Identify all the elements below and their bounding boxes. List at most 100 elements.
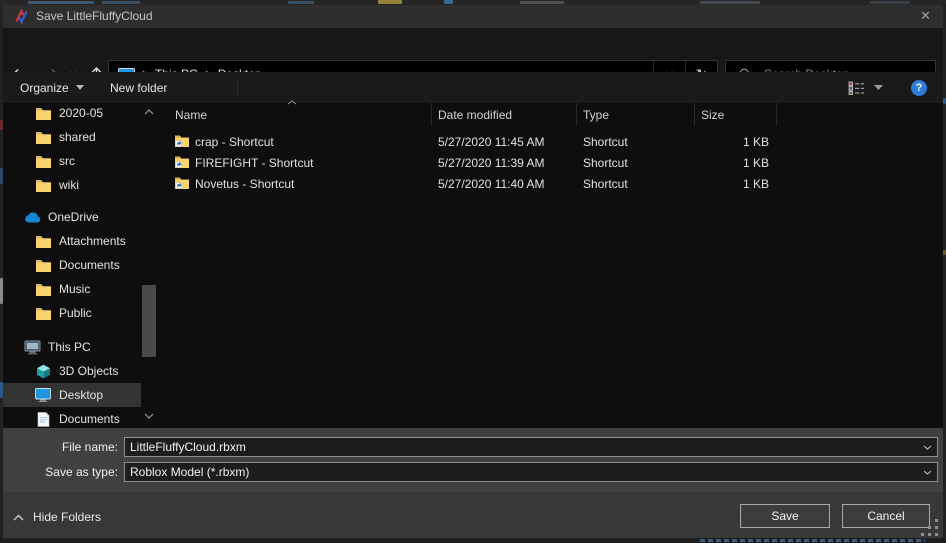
sidebar-item-onedrive[interactable]: OneDrive [3, 205, 141, 229]
file-list: Name Date modified Type Size crap - Shortcu… [157, 103, 943, 428]
sidebar-item-label: This PC [48, 340, 91, 354]
file-type: Shortcut [577, 177, 695, 191]
sidebar-scroll-up-icon[interactable] [143, 109, 155, 117]
toolbar-separator [237, 79, 238, 96]
3d-objects-icon [34, 364, 52, 379]
folder-icon [34, 179, 52, 192]
organize-button[interactable]: Organize [20, 72, 84, 103]
folder-icon [34, 259, 52, 272]
file-date-modified: 5/27/2020 11:40 AM [432, 177, 577, 191]
hide-folders-chevron-up-icon [13, 514, 24, 521]
shortcut-icon [175, 134, 195, 150]
sidebar-item-music[interactable]: Music [3, 277, 141, 301]
column-header-label: Date modified [438, 108, 512, 122]
save-dialog: Save LittleFluffyCloud ✕ [3, 5, 943, 538]
sidebar-item-attachments[interactable]: Attachments [3, 229, 141, 253]
sidebar-scrollbar-thumb[interactable] [142, 285, 156, 357]
file-fields-strip: File name: Save as type: Roblox Model (*… [3, 428, 943, 492]
title-bar[interactable]: Save LittleFluffyCloud ✕ [3, 5, 943, 28]
views-dropdown-icon [874, 85, 883, 90]
column-header-label: Size [701, 108, 724, 122]
command-toolbar: Organize New folder [3, 72, 943, 103]
file-date-modified: 5/27/2020 11:39 AM [432, 156, 577, 170]
file-name: FIREFIGHT - Shortcut [195, 156, 313, 170]
file-name-chevron-icon[interactable] [917, 445, 937, 450]
file-size: 1 KB [695, 156, 777, 170]
column-header-date-modified[interactable]: Date modified [432, 103, 577, 126]
dialog-content: 2020-05 shared src wiki OneDrive Attachments D… [3, 103, 943, 428]
sidebar-item-desktop[interactable]: Desktop [3, 383, 141, 407]
sidebar-item-3d-objects[interactable]: 3D Objects [3, 359, 141, 383]
hide-folders-label: Hide Folders [33, 510, 101, 524]
sidebar-item-src[interactable]: src [3, 149, 141, 173]
sidebar-item-label: Public [59, 306, 92, 320]
help-button[interactable]: ? [911, 72, 927, 103]
sidebar-item-documents[interactable]: Documents [3, 407, 141, 428]
sidebar-item-label: wiki [59, 178, 79, 192]
file-name: Novetus - Shortcut [195, 177, 294, 191]
save-as-type-combobox[interactable]: Roblox Model (*.rbxm) [124, 462, 938, 482]
sidebar-item-label: Music [59, 282, 90, 296]
sort-ascending-icon [287, 100, 297, 105]
folder-icon [34, 235, 52, 248]
column-header-name[interactable]: Name [157, 103, 432, 126]
file-name: crap - Shortcut [195, 135, 274, 149]
save-as-type-label: Save as type: [3, 462, 118, 482]
new-folder-button[interactable]: New folder [110, 72, 167, 103]
shortcut-icon [175, 155, 195, 171]
organize-dropdown-icon [76, 85, 84, 90]
sidebar-item-label: Documents [59, 258, 120, 272]
new-folder-label: New folder [110, 81, 167, 95]
sidebar-item-label: 2020-05 [59, 106, 103, 120]
folder-icon [34, 155, 52, 168]
sidebar-item-wiki[interactable]: wiki [3, 173, 141, 197]
sidebar-item-label: Attachments [59, 234, 126, 248]
save-button[interactable]: Save [740, 504, 830, 528]
screen: Save LittleFluffyCloud ✕ [0, 0, 946, 543]
help-icon: ? [911, 80, 927, 96]
sidebar-item-documents[interactable]: Documents [3, 253, 141, 277]
sidebar-item-label: Documents [59, 412, 120, 426]
file-row-crap-shortcut[interactable]: crap - Shortcut 5/27/2020 11:45 AMShortcu… [157, 131, 943, 152]
dialog-footer: Hide Folders Save Cancel [3, 492, 943, 538]
navigation-bar: This PCDesktop ↻ [3, 28, 943, 72]
window-title: Save LittleFluffyCloud [36, 9, 153, 23]
file-name-label: File name: [3, 437, 118, 457]
sidebar-scroll-down-icon[interactable] [143, 413, 155, 421]
sidebar-item-shared[interactable]: shared [3, 125, 141, 149]
file-size: 1 KB [695, 177, 777, 191]
save-as-type-chevron-icon[interactable] [917, 470, 937, 475]
sidebar-item-label: shared [59, 130, 96, 144]
file-row-novetus-shortcut[interactable]: Novetus - Shortcut 5/27/2020 11:40 AMShor… [157, 173, 943, 194]
sidebar-item-label: Desktop [59, 388, 103, 402]
file-list-header: Name Date modified Type Size [157, 103, 943, 126]
cancel-button[interactable]: Cancel [842, 504, 930, 528]
folder-icon [34, 131, 52, 144]
sidebar-item-this-pc[interactable]: This PC [3, 335, 141, 359]
documents-icon [34, 412, 52, 427]
novetus-app-icon [14, 9, 29, 24]
folder-icon [34, 107, 52, 120]
column-header-type[interactable]: Type [577, 103, 695, 126]
file-name-combobox[interactable] [124, 437, 938, 457]
column-header-label: Type [583, 108, 609, 122]
desktop-icon [34, 388, 52, 402]
file-date-modified: 5/27/2020 11:45 AM [432, 135, 577, 149]
column-header-size[interactable]: Size [695, 103, 777, 126]
sidebar-item-public[interactable]: Public [3, 301, 141, 325]
this-pc-icon [23, 340, 41, 355]
file-row-firefight-shortcut[interactable]: FIREFIGHT - Shortcut 5/27/2020 11:39 AMSh… [157, 152, 943, 173]
hide-folders-button[interactable]: Hide Folders [13, 510, 101, 524]
close-icon[interactable]: ✕ [908, 5, 943, 28]
sidebar-item-2020-05[interactable]: 2020-05 [3, 103, 141, 125]
file-name-input[interactable] [125, 439, 917, 455]
details-view-icon [848, 81, 865, 95]
sidebar-item-label: 3D Objects [59, 364, 118, 378]
folder-icon [34, 283, 52, 296]
save-as-type-value: Roblox Model (*.rbxm) [125, 465, 917, 479]
file-type: Shortcut [577, 156, 695, 170]
navigation-sidebar: 2020-05 shared src wiki OneDrive Attachments D… [3, 103, 157, 428]
onedrive-icon [23, 212, 41, 223]
views-button[interactable] [848, 72, 883, 103]
file-type: Shortcut [577, 135, 695, 149]
